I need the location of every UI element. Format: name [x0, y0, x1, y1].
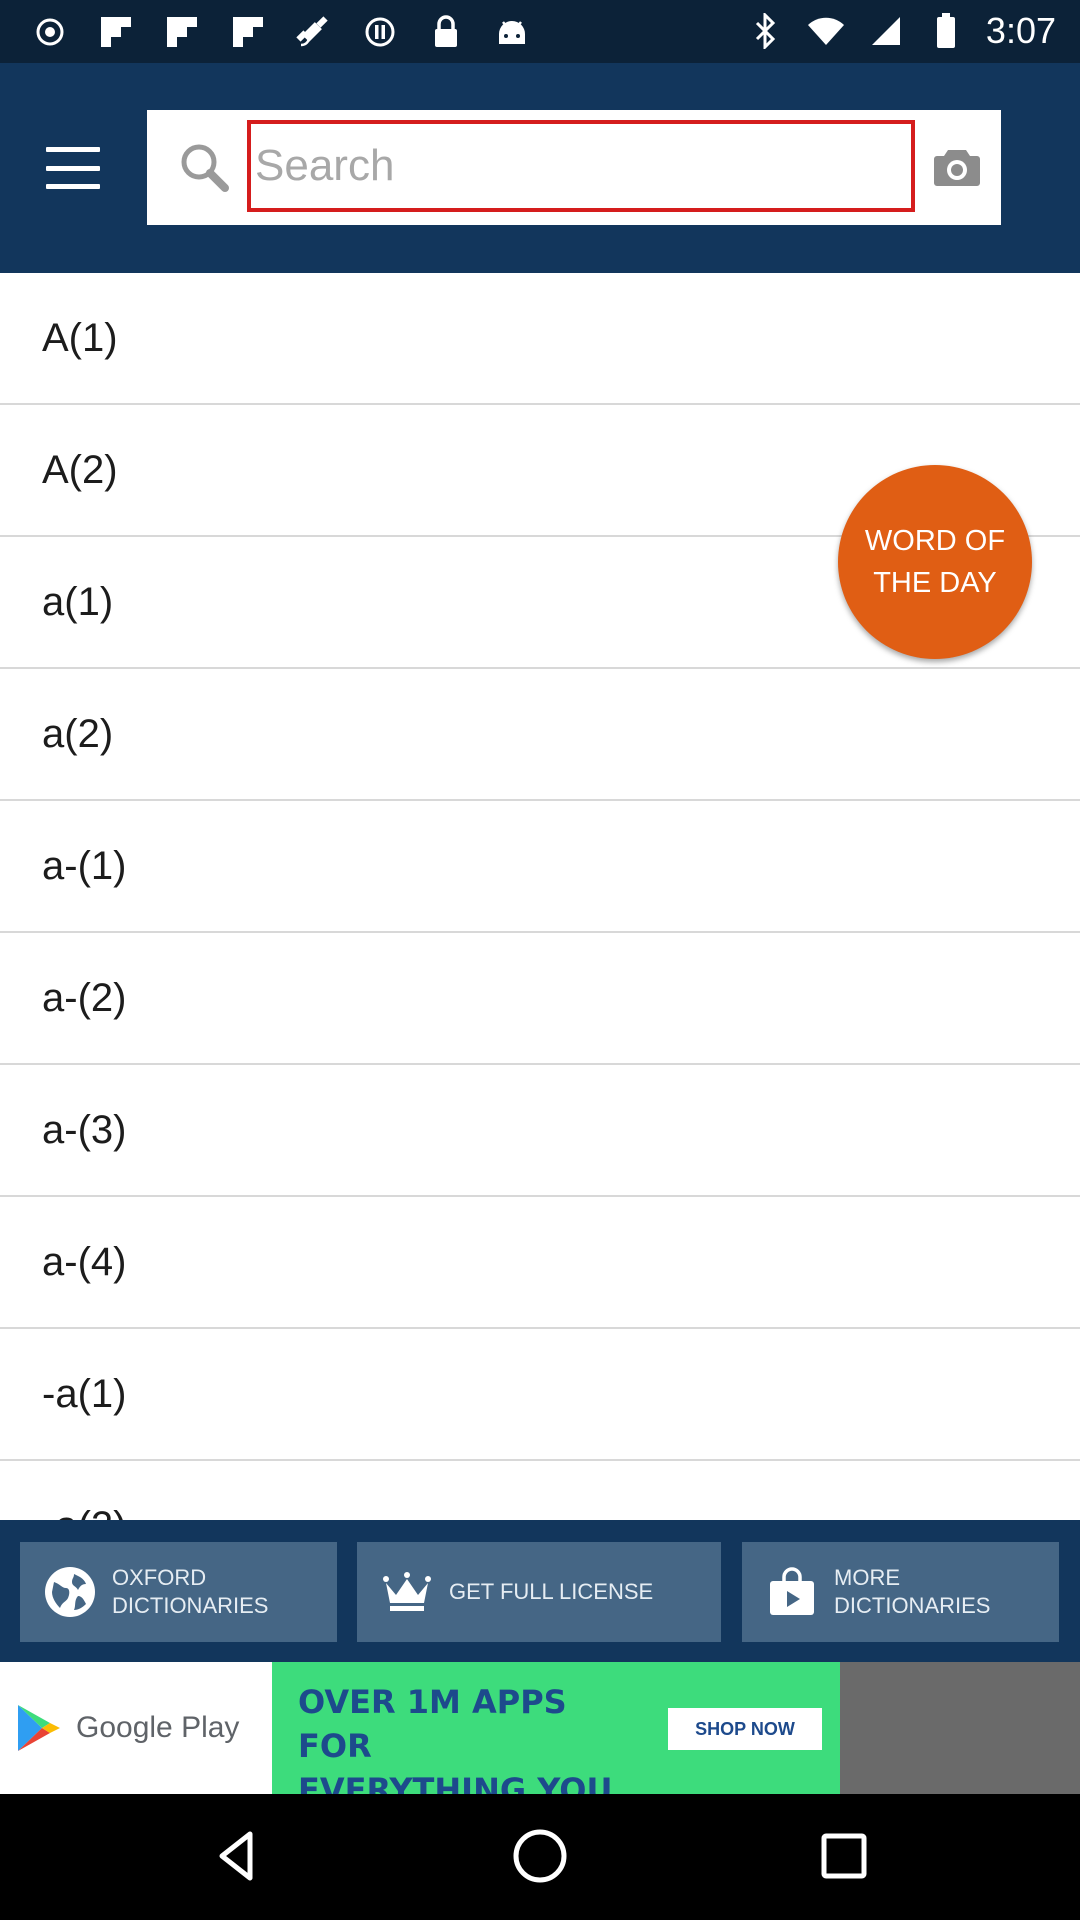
word-of-the-day-button[interactable]: WORD OF THE DAY [838, 465, 1032, 659]
list-item[interactable]: -a(2) [0, 1461, 1080, 1521]
more-dictionaries-button[interactable]: MORE DICTIONARIES [742, 1542, 1059, 1642]
crown-icon [381, 1566, 433, 1618]
lock-icon [426, 12, 466, 52]
status-bar: 3:07 [0, 0, 1080, 63]
list-item[interactable]: a(2) [0, 669, 1080, 801]
signal-icon [866, 11, 906, 51]
navigation-bar [0, 1794, 1080, 1920]
bottom-action-bar: OXFORD DICTIONARIES GET FULL LICENSE MOR… [0, 1520, 1080, 1662]
more-dictionaries-label: MORE DICTIONARIES [834, 1565, 991, 1618]
list-item[interactable]: a-(3) [0, 1065, 1080, 1197]
get-full-license-button[interactable]: GET FULL LICENSE [357, 1542, 721, 1642]
menu-icon[interactable] [46, 147, 100, 189]
list-item[interactable]: a-(1) [0, 801, 1080, 933]
list-item[interactable]: a-(4) [0, 1197, 1080, 1329]
status-notifications [30, 12, 532, 52]
list-item[interactable]: A(1) [0, 273, 1080, 405]
shopping-bag-icon [766, 1566, 818, 1618]
google-play-brand: Google Play [0, 1662, 272, 1794]
camera-icon[interactable] [933, 146, 981, 188]
status-time: 3:07 [985, 10, 1056, 51]
shop-now-button[interactable]: SHOP NOW [668, 1708, 822, 1750]
search-icon[interactable] [175, 138, 235, 198]
ad-content: OVER 1M APPS FOR EVERYTHING YOU DO SHOP … [272, 1662, 840, 1853]
flipboard-icon [228, 12, 268, 52]
search-input[interactable] [247, 120, 915, 212]
status-system: 3:07 [746, 8, 1056, 54]
list-item[interactable]: -a(1) [0, 1329, 1080, 1461]
recents-icon[interactable] [812, 1824, 876, 1888]
ad-banner[interactable]: Google Play OVER 1M APPS FOR EVERYTHING … [0, 1662, 1080, 1853]
list-item[interactable]: a-(2) [0, 933, 1080, 1065]
pause-circle-icon [360, 12, 400, 52]
bluetooth-icon [746, 11, 786, 51]
wifi-icon [806, 11, 846, 51]
circle-dot-icon [30, 12, 70, 52]
home-icon[interactable] [508, 1824, 572, 1888]
oxford-dictionaries-button[interactable]: OXFORD DICTIONARIES [20, 1542, 337, 1642]
app-header [0, 63, 1080, 273]
get-full-license-label: GET FULL LICENSE [449, 1579, 654, 1604]
word-list: A(1) A(2) a(1) a(2) a-(1) a-(2) a-(3) a-… [0, 273, 1080, 1520]
word-of-the-day-label: WORD OF THE DAY [864, 525, 1006, 599]
oxford-dictionaries-label: OXFORD DICTIONARIES [112, 1565, 269, 1618]
android-icon [492, 12, 532, 52]
fake-gps-icon [294, 12, 334, 52]
globe-icon [44, 1566, 96, 1618]
flipboard-icon [162, 12, 202, 52]
google-play-icon [18, 1705, 60, 1751]
flipboard-icon [96, 12, 136, 52]
search-bar [147, 110, 1001, 225]
back-icon[interactable] [206, 1824, 270, 1888]
battery-icon [926, 11, 966, 51]
ad-brand-text: Google Play [76, 1711, 240, 1744]
